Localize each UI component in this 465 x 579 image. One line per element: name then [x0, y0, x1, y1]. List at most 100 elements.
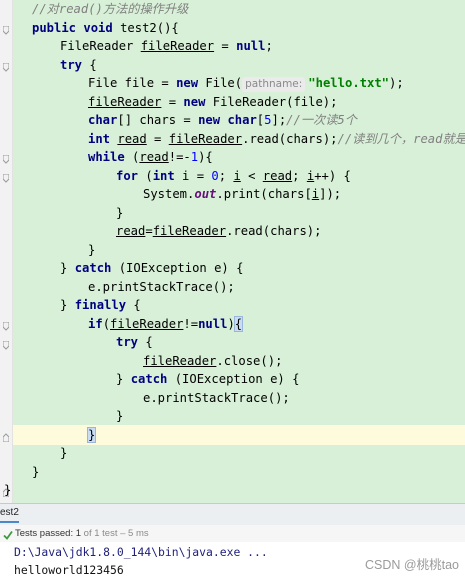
code-text: .close(); — [216, 354, 283, 368]
code-text: } — [60, 261, 75, 275]
number-literal: 1 — [190, 150, 199, 164]
code-text: e.printStackTrace(); — [88, 280, 235, 294]
keyword: void — [83, 21, 113, 35]
run-tab-bar: est2 — [0, 503, 465, 526]
run-tab-test2[interactable]: est2 — [0, 507, 19, 523]
variable: fileReader — [143, 354, 217, 368]
code-line-for[interactable]: for (int i = 0; i < read; i++) { — [116, 167, 351, 185]
code-text: !=- — [168, 150, 191, 164]
code-line-inner-catch[interactable]: } catch (IOException e) { — [116, 370, 299, 388]
code-line-file[interactable]: File file = new File(pathname: "hello.txt… — [88, 74, 404, 92]
fold-marker-icon[interactable] — [3, 155, 9, 164]
code-text: } — [4, 483, 12, 497]
code-text: ) — [227, 317, 235, 331]
text-cursor — [95, 428, 97, 443]
comment: //一次读5个 — [286, 113, 357, 127]
fold-marker-icon[interactable] — [3, 63, 9, 72]
code-line-current[interactable]: } — [86, 426, 97, 444]
console-command-line[interactable]: D:\Java\jdk1.8.0_144\bin\java.exe ... — [14, 544, 268, 561]
code-line-stacktrace[interactable]: e.printStackTrace(); — [143, 389, 290, 407]
fold-marker-icon[interactable] — [3, 322, 9, 331]
code-text: != — [183, 317, 199, 331]
code-line-brace[interactable]: } — [116, 204, 123, 222]
code-text: } — [116, 206, 124, 220]
code-text: File file = — [88, 76, 177, 90]
code-text: < — [240, 169, 263, 183]
code-line-try[interactable]: try { — [60, 56, 97, 74]
code-line-if[interactable]: if(fileReader!=null){ — [88, 315, 244, 333]
code-line-brace[interactable]: } — [32, 463, 39, 481]
variable: fileReader — [168, 132, 243, 146]
code-line-brace[interactable]: } — [60, 444, 67, 462]
code-line-declaration[interactable]: FileReader fileReader = null; — [60, 37, 273, 55]
code-line-catch[interactable]: } catch (IOException e) { — [60, 259, 243, 277]
test-status-bar: Tests passed: 1 of 1 test – 5 ms — [0, 525, 465, 543]
variable: read — [139, 150, 169, 164]
code-text: = — [161, 95, 184, 109]
keyword: if — [88, 317, 103, 331]
code-text: } — [60, 446, 68, 460]
static-field: out — [194, 187, 217, 201]
keyword: finally — [74, 298, 127, 312]
test-status-text: Tests passed: 1 of 1 test – 5 ms — [15, 525, 149, 542]
code-text: ); — [389, 76, 404, 90]
code-text: { — [138, 335, 153, 349]
variable: read — [117, 132, 147, 146]
variable: read — [262, 169, 293, 183]
code-text: FileReader(file); — [205, 95, 338, 109]
code-line-print[interactable]: System.out.print(chars[i]); — [143, 185, 341, 203]
watermark: CSDN @桃桃tao — [365, 558, 459, 572]
code-text: = — [146, 132, 169, 146]
code-text: } — [88, 243, 96, 257]
code-text: } — [60, 298, 75, 312]
code-text: = — [145, 224, 153, 238]
code-line-int-read[interactable]: int read = fileReader.read(chars);//读到几个… — [88, 130, 465, 148]
fold-marker-icon[interactable] — [3, 26, 9, 35]
keyword: char — [227, 113, 257, 127]
code-text: { — [126, 298, 141, 312]
code-line-method-signature[interactable]: public void test2(){ — [32, 19, 179, 37]
code-text: ]; — [271, 113, 287, 127]
keyword: catch — [130, 372, 168, 386]
code-text: { — [82, 58, 97, 72]
tests-summary: of 1 test – 5 ms — [81, 528, 149, 539]
code-text: ( — [138, 169, 153, 183]
current-line-highlight — [0, 425, 465, 445]
code-editor[interactable]: //对read()方法的操作升级 public void test2(){ Fi… — [0, 0, 465, 503]
code-line-brace[interactable]: } — [88, 241, 95, 259]
fold-marker-icon[interactable] — [3, 174, 9, 183]
fold-marker-icon[interactable] — [3, 433, 9, 442]
changed-lines-highlight-tail — [12, 445, 465, 503]
matched-brace: { — [233, 316, 244, 332]
keyword: null — [236, 39, 266, 53]
keyword: catch — [74, 261, 112, 275]
code-line-brace[interactable]: } — [4, 481, 11, 499]
code-line-char-array[interactable]: char[] chars = new char[5];//一次读5个 — [88, 111, 357, 129]
code-text: ( — [124, 150, 140, 164]
code-line-while[interactable]: while (read!=-1){ — [88, 148, 213, 166]
keyword: char — [88, 113, 118, 127]
code-line-comment[interactable]: //对read()方法的操作升级 — [32, 0, 188, 18]
code-text: i = — [174, 169, 212, 183]
console-output-line: helloworld123456 — [14, 563, 124, 577]
code-line-close[interactable]: fileReader.close(); — [143, 352, 282, 370]
code-line-assign-reader[interactable]: fileReader = new FileReader(file); — [88, 93, 337, 111]
editor-gutter[interactable] — [0, 0, 13, 503]
keyword: new — [176, 76, 199, 90]
fold-marker-icon[interactable] — [3, 341, 9, 350]
code-line-inner-try[interactable]: try { — [116, 333, 153, 351]
variable: i — [233, 169, 241, 183]
keyword: public — [32, 21, 77, 35]
code-text: (IOException e) { — [111, 261, 244, 275]
code-line-reread[interactable]: read=fileReader.read(chars); — [116, 222, 321, 240]
code-line-brace[interactable]: } — [116, 407, 123, 425]
string-literal: "hello.txt" — [308, 76, 390, 90]
variable: fileReader — [140, 39, 215, 53]
code-text: test2(){ — [112, 21, 179, 35]
code-text: [] chars = — [117, 113, 199, 127]
keyword: null — [198, 317, 228, 331]
code-line-finally[interactable]: } finally { — [60, 296, 141, 314]
code-text: } — [116, 409, 124, 423]
code-line-stacktrace[interactable]: e.printStackTrace(); — [88, 278, 235, 296]
keyword: new — [198, 113, 221, 127]
